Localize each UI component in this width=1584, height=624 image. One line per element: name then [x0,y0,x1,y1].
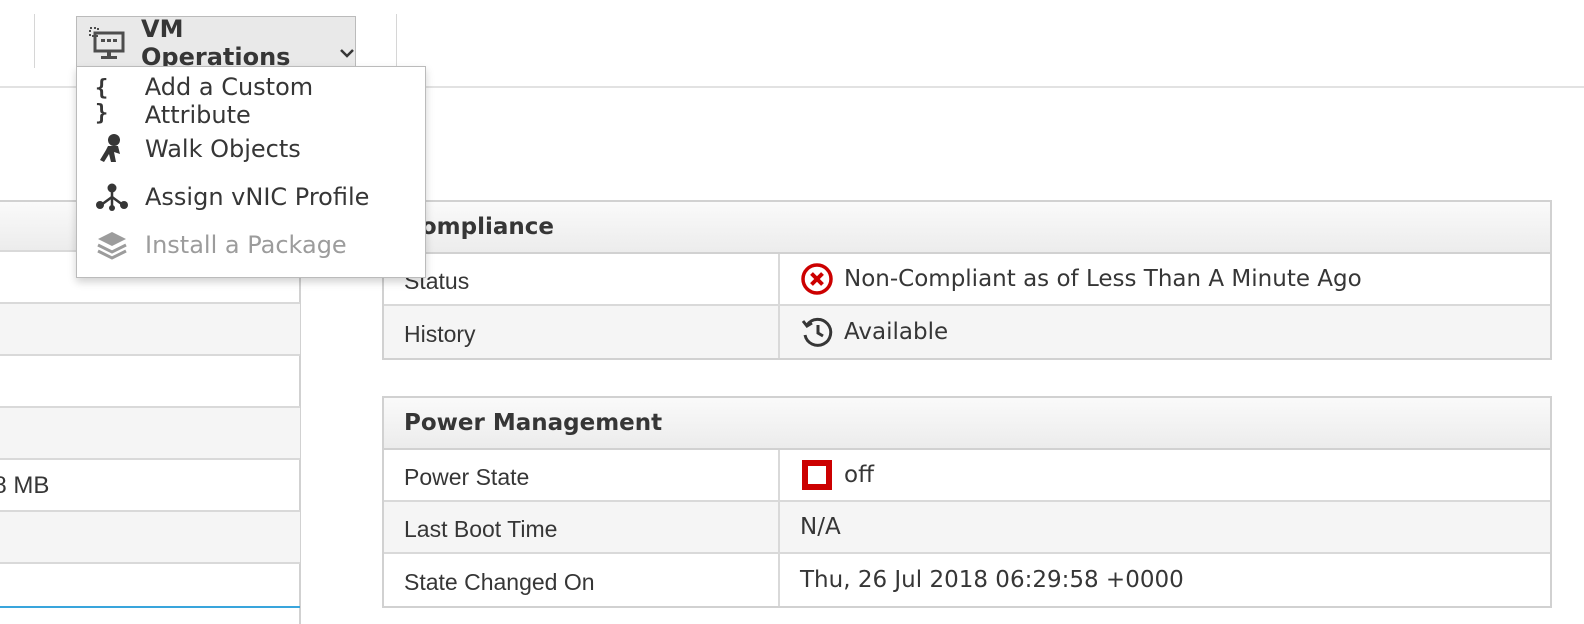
vm-operations-label: VM Operations [141,14,291,71]
state-changed-on-label: State Changed On [384,554,780,606]
history-label: History [384,306,780,358]
power-management-title: Power Management [384,398,1550,450]
menu-item-assign-vnic-profile[interactable]: Assign vNIC Profile [77,173,425,221]
history-icon [800,315,834,349]
table-row: Last Boot Time N/A [384,502,1550,554]
compliance-panel: Compliance Status Non-Compliant as of Le… [382,200,1552,360]
vm-operations-button[interactable]: VM Operations [76,14,356,71]
menu-item-label: Walk Objects [145,135,301,163]
vm-operations-menu: { } Add a Custom Attribute Walk Objects [76,66,426,278]
table-row [0,408,300,460]
toolbar-separator [34,14,35,68]
menu-item-walk-objects[interactable]: Walk Objects [77,125,425,173]
state-changed-on-value: Thu, 26 Jul 2018 06:29:58 +0000 [800,567,1184,593]
power-state-label: Power State [384,450,780,500]
last-boot-time-label: Last Boot Time [384,502,780,552]
walking-person-icon [95,134,129,164]
selection-underline [0,606,300,608]
memory-value: 48 MB [0,472,50,499]
table-row: Power State off [384,450,1550,502]
history-text: Available [844,319,949,345]
menu-item-label: Install a Package [145,231,347,259]
table-row [0,564,300,616]
error-circle-icon [800,262,834,296]
table-row: Status Non-Compliant as of Less Than A M… [384,254,1550,306]
toolbar-separator [396,14,397,68]
table-row [0,356,300,408]
status-label: Status [384,254,780,304]
power-state-text: off [844,462,874,488]
table-row [0,512,300,564]
power-state-value: off [780,450,1550,500]
status-text: Non-Compliant as of Less Than A Minute A… [844,266,1362,292]
power-off-icon [800,458,834,492]
table-row: 48 MB [0,460,300,512]
menu-item-install-package[interactable]: Install a Package [77,221,425,269]
history-value[interactable]: Available [780,306,1550,358]
braces-icon: { } [95,76,109,126]
compliance-title: Compliance [384,202,1550,254]
menu-item-label: Add a Custom Attribute [144,73,314,129]
network-tree-icon [95,182,129,212]
chevron-down-icon [339,37,355,58]
last-boot-time-value: N/A [800,514,841,540]
table-row [0,304,300,356]
power-management-panel: Power Management Power State off Last Bo… [382,396,1552,608]
monitor-icon [89,26,127,59]
status-value: Non-Compliant as of Less Than A Minute A… [780,254,1550,304]
table-row: History Available [384,306,1550,358]
table-row: State Changed On Thu, 26 Jul 2018 06:29:… [384,554,1550,606]
menu-item-label: Assign vNIC Profile [145,183,370,211]
package-layers-icon [95,230,129,260]
menu-item-add-custom-attribute[interactable]: { } Add a Custom Attribute [77,73,425,129]
